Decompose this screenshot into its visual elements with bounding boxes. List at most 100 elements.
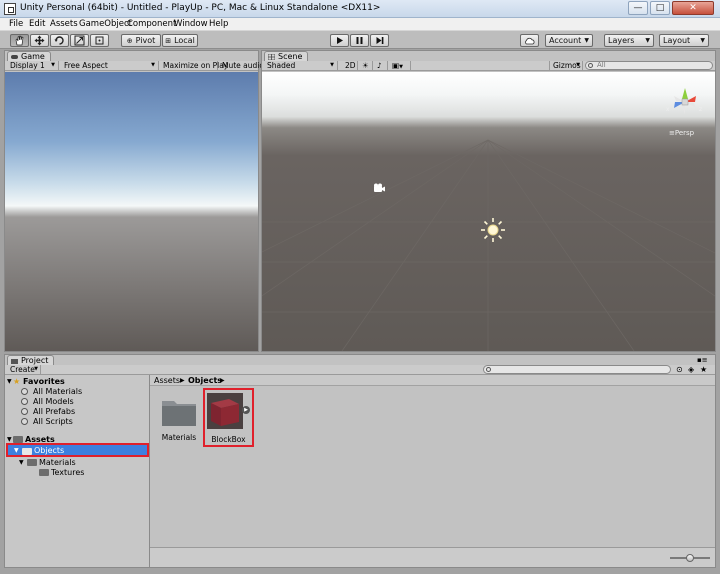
chevron-down-icon: ▼ (151, 62, 155, 68)
favorite-item[interactable]: All Prefabs (5, 407, 150, 417)
scene-viewport[interactable]: x z ≡Persp (262, 72, 715, 351)
favorites-header[interactable]: ▼ ★ Favorites (5, 377, 150, 387)
tree-item-objects[interactable]: ▼ Objects (6, 443, 149, 457)
display-label: Display 1 (10, 61, 45, 70)
menu-component[interactable]: Component (127, 19, 176, 29)
filter-by-type-icon[interactable]: ⊙ (676, 365, 683, 374)
hand-icon (15, 35, 24, 46)
breadcrumb: Assets ▶ Objects ▶ (150, 375, 715, 386)
asset-label-materials: Materials (161, 433, 197, 442)
play-icon (337, 37, 343, 44)
camera-icon[interactable] (372, 183, 386, 193)
shading-dropdown[interactable]: Shaded ▼ (264, 61, 338, 70)
menu-help[interactable]: Help (209, 19, 228, 29)
search-icon (588, 63, 593, 68)
chevron-down-icon: ▼ (34, 366, 38, 372)
effects-dropdown[interactable]: ▣▼ (389, 61, 411, 70)
project-control-bar: Create ▼ ⊙ ◈ ★ (5, 365, 715, 375)
hand-tool-button[interactable] (10, 34, 29, 47)
menu-edit[interactable]: Edit (29, 19, 45, 29)
filter-by-label-icon[interactable]: ◈ (688, 365, 694, 374)
game-tab-label: Game (21, 52, 45, 61)
cloud-button[interactable] (520, 34, 539, 47)
directional-light-icon[interactable] (480, 217, 506, 243)
breadcrumb-assets[interactable]: Assets (154, 375, 180, 386)
folder-icon (162, 401, 196, 426)
pause-button[interactable] (350, 34, 369, 47)
sun-icon: ☀ (362, 61, 369, 70)
maximize-button[interactable]: □ (650, 1, 670, 15)
move-tool-button[interactable] (30, 34, 49, 47)
rotate-tool-button[interactable] (50, 34, 69, 47)
tree-item-textures[interactable]: Textures (5, 468, 150, 478)
rect-tool-button[interactable] (90, 34, 109, 47)
create-dropdown[interactable]: Create ▼ (7, 365, 41, 374)
menu-assets[interactable]: Assets (50, 19, 78, 29)
project-search-input[interactable] (483, 365, 671, 374)
tree-item-materials[interactable]: ▼ Materials (5, 458, 150, 468)
folder-icon (39, 469, 49, 476)
project-tree: ▼ ★ Favorites All Materials All Models A… (5, 375, 150, 567)
step-icon (376, 37, 384, 44)
chevron-down-icon: ▼ (645, 37, 650, 44)
maximize-on-play-toggle[interactable]: Maximize on Play (160, 61, 228, 70)
game-viewport[interactable] (5, 72, 258, 351)
rotate-icon (54, 36, 64, 45)
scene-search-input[interactable]: All (585, 61, 713, 70)
layout-dropdown[interactable]: Layout ▼ (659, 34, 709, 47)
display-dropdown[interactable]: Display 1 ▼ (7, 61, 59, 70)
panel-lock-icon[interactable]: ▪≡ (697, 356, 708, 364)
search-icon (21, 398, 28, 405)
cloud-icon (525, 37, 535, 44)
favorite-item[interactable]: All Scripts (5, 417, 150, 427)
account-dropdown[interactable]: Account ▼ (545, 34, 593, 47)
chevron-down-icon: ▼ (51, 62, 55, 68)
lighting-toggle[interactable]: ☀ (359, 61, 373, 70)
breadcrumb-objects[interactable]: Objects (188, 375, 222, 386)
orientation-gizmo[interactable] (665, 86, 705, 118)
step-button[interactable] (370, 34, 389, 47)
gizmos-dropdown[interactable]: Gizmos ▼ (549, 61, 583, 70)
pause-icon (356, 37, 363, 44)
local-toggle[interactable]: ⊞ Local (162, 34, 198, 47)
scene-grid (262, 139, 715, 351)
scale-tool-button[interactable] (70, 34, 89, 47)
favorite-item[interactable]: All Materials (5, 387, 150, 397)
persp-text: Persp (674, 129, 695, 137)
aspect-dropdown[interactable]: Free Aspect ▼ (61, 61, 159, 70)
scene-control-bar: Shaded ▼ 2D ☀ ♪ ▣▼ Gizmos ▼ All (262, 61, 715, 71)
menu-file[interactable]: File (9, 19, 23, 29)
mute-audio-toggle[interactable]: Mute audio (219, 61, 264, 70)
project-tab-label: Project (21, 356, 49, 365)
layers-dropdown[interactable]: Layers ▼ (604, 34, 654, 47)
favorite-icon[interactable]: ★ (700, 365, 707, 374)
favorite-item[interactable]: All Models (5, 397, 150, 407)
audio-toggle[interactable]: ♪ (374, 61, 388, 70)
menu-gameobject[interactable]: GameObject (79, 19, 132, 29)
chevron-down-icon: ▼ (14, 447, 19, 454)
asset-item-materials[interactable]: Materials (158, 395, 200, 445)
chevron-right-icon: ▶ (180, 377, 185, 384)
search-icon (21, 408, 28, 415)
close-button[interactable]: ✕ (672, 1, 714, 15)
chevron-down-icon: ▼ (399, 64, 403, 70)
asset-item-blockbox[interactable]: ▶ BlockBox (203, 388, 254, 447)
expand-arrow-icon[interactable]: ▶ (242, 406, 250, 414)
menu-window[interactable]: Window (174, 19, 208, 29)
folder-icon (22, 448, 32, 455)
chevron-down-icon: ▼ (330, 62, 334, 68)
persp-label[interactable]: ≡Persp (669, 129, 694, 137)
scale-icon (74, 35, 85, 46)
scene-tab-label: Scene (278, 52, 303, 61)
assets-content: Assets ▶ Objects ▶ Materials ▶ BlockBox (150, 375, 715, 547)
play-button[interactable] (330, 34, 349, 47)
favorites-label: Favorites (23, 377, 65, 386)
zoom-slider-handle[interactable] (686, 554, 694, 562)
mode-2d-toggle[interactable]: 2D (342, 61, 358, 70)
search-icon (21, 388, 28, 395)
folder-icon (27, 459, 37, 466)
pivot-toggle[interactable]: ⊕ Pivot (121, 34, 161, 47)
game-panel: Game Display 1 ▼ Free Aspect ▼ Maximize on… (4, 50, 264, 352)
objects-label: Objects (34, 446, 65, 455)
minimize-button[interactable]: — (628, 1, 648, 15)
